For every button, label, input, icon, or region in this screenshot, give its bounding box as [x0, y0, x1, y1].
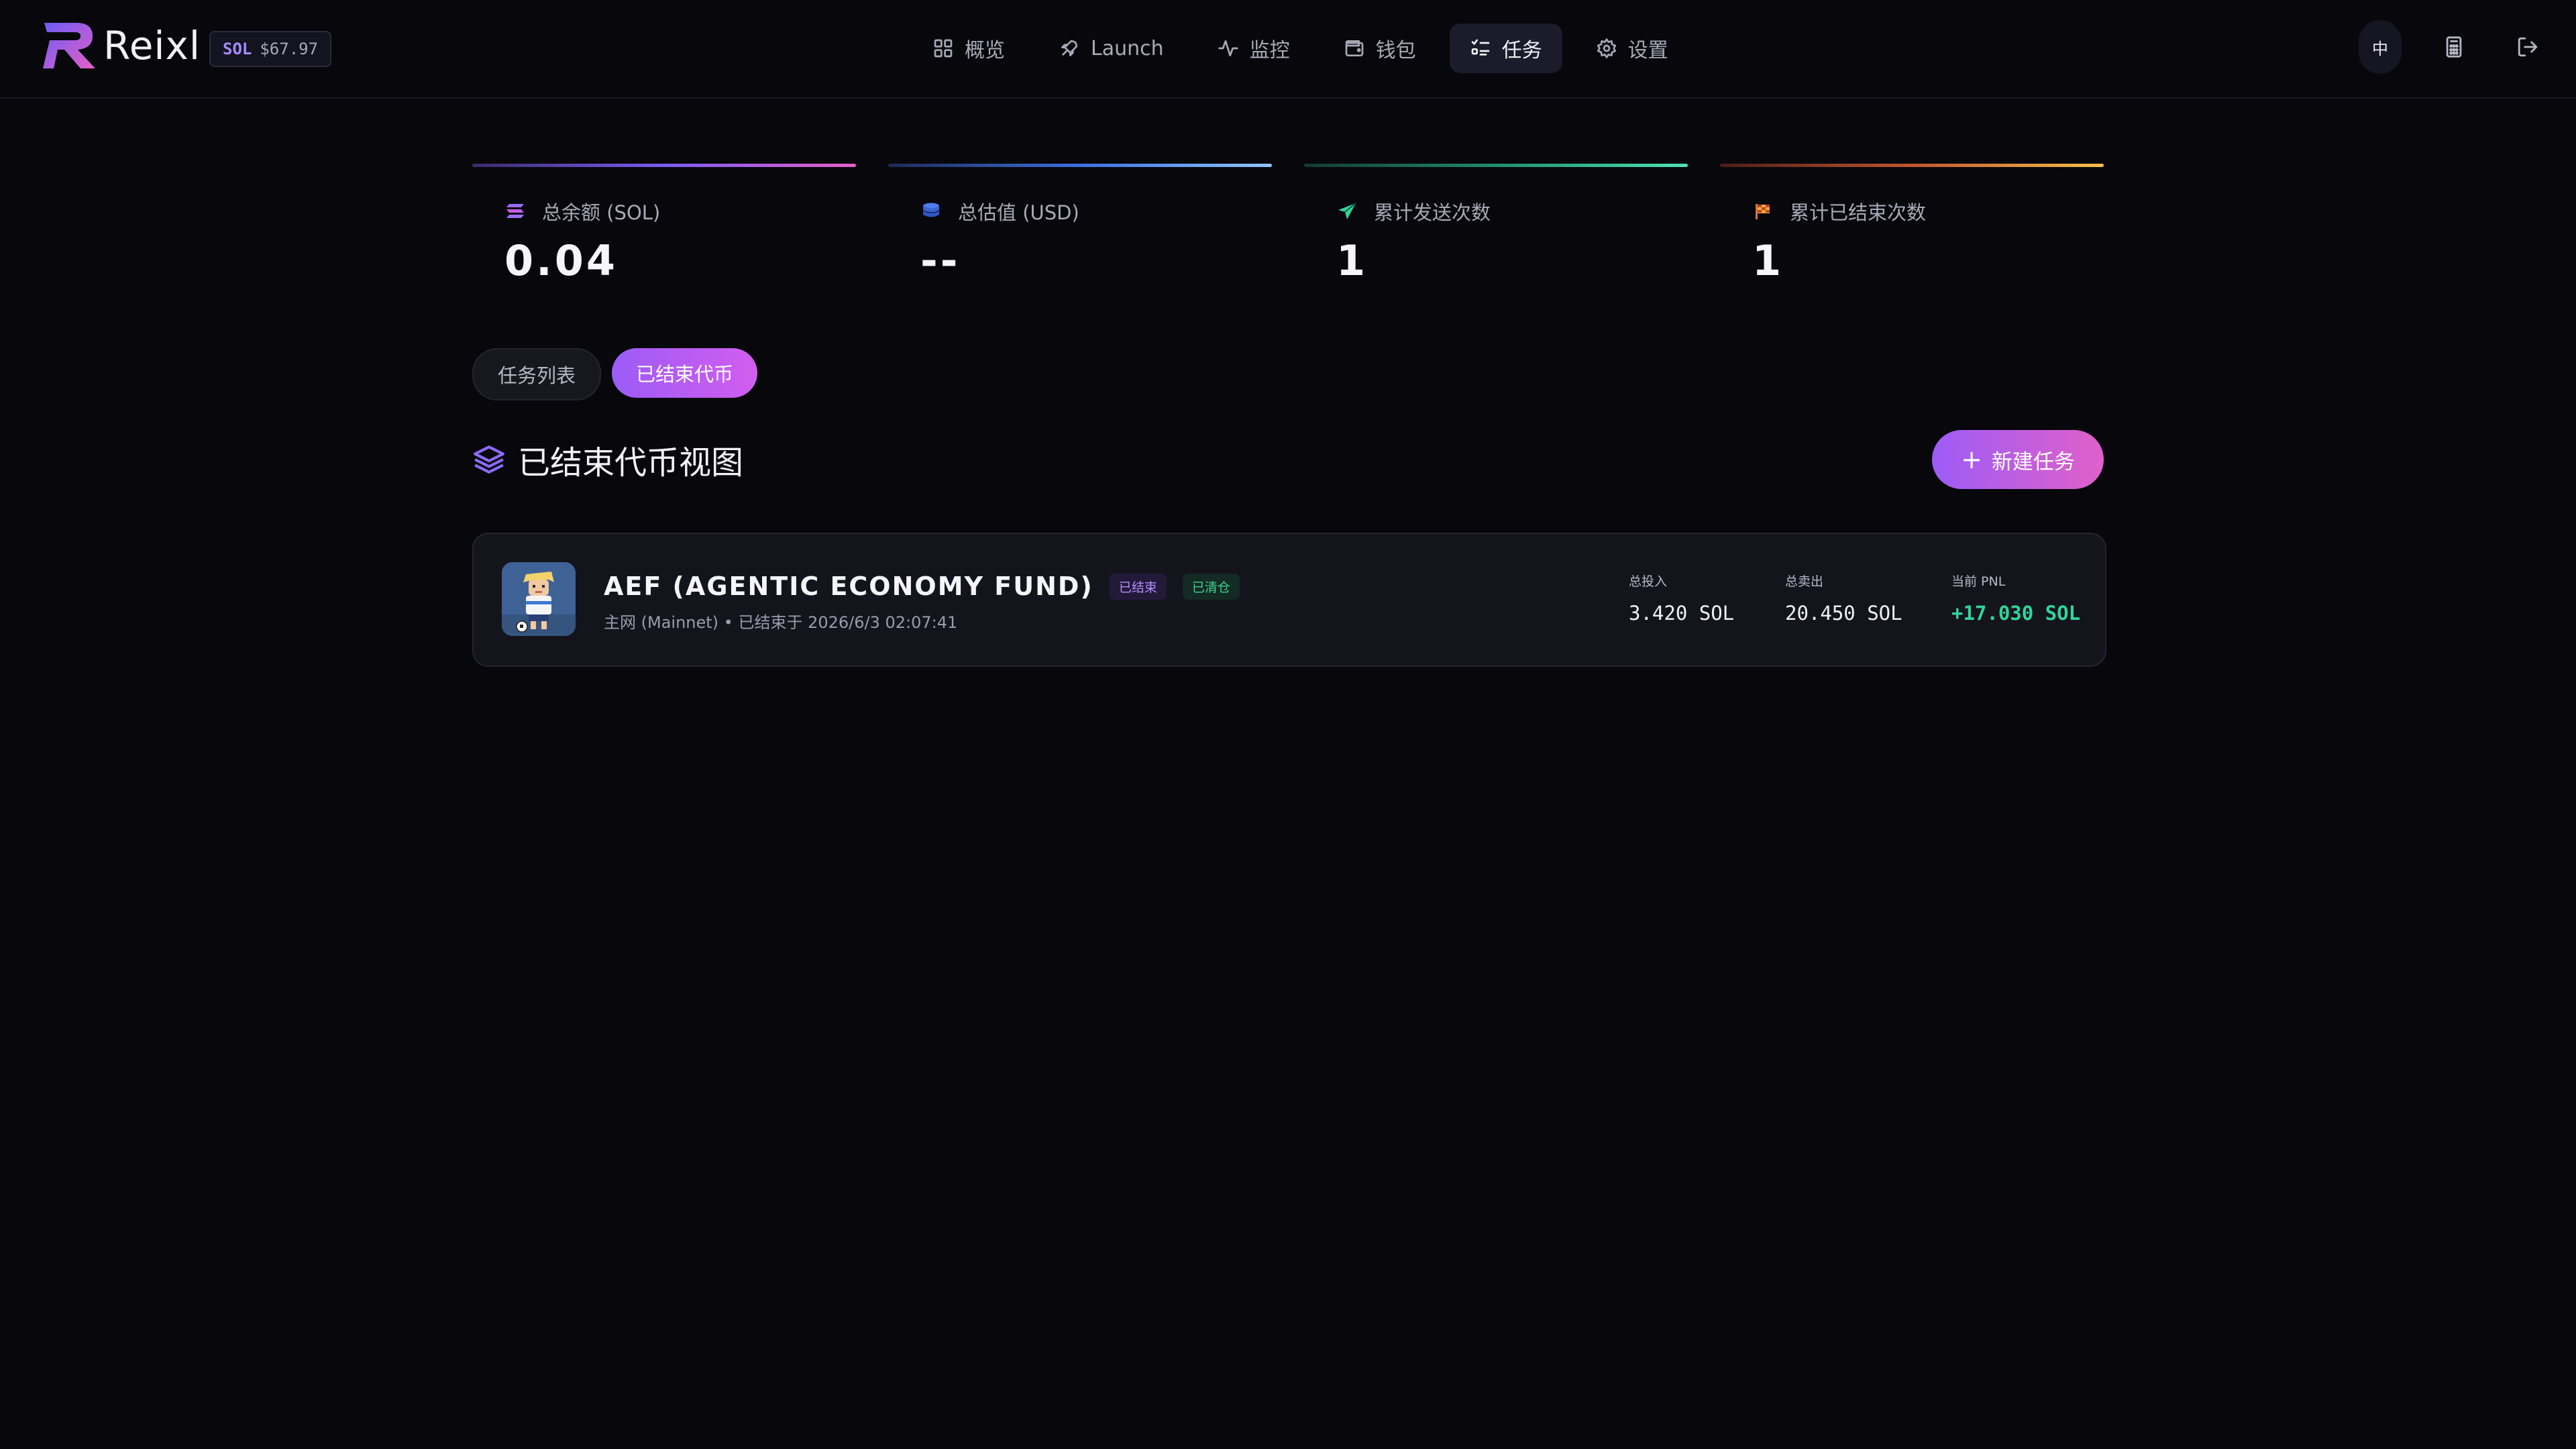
stat-accent-bar	[1304, 164, 1688, 167]
stat-accent-bar	[1720, 164, 2104, 167]
stat-label: 累计发送次数	[1374, 201, 1491, 224]
calculator-icon	[2446, 36, 2462, 58]
token-name: AEF (AGENTIC ECONOMY FUND)	[604, 572, 1093, 601]
nav-monitor[interactable]: 监控	[1197, 23, 1310, 73]
grid-icon	[934, 39, 953, 58]
token-avatar	[502, 562, 576, 636]
new-task-button[interactable]: + 新建任务	[1932, 430, 2104, 489]
nav-settings[interactable]: 设置	[1576, 23, 1688, 73]
layers-icon	[474, 445, 504, 474]
stat-label: 总余额 (SOL)	[542, 201, 661, 224]
stat-label: 总估值 (USD)	[958, 201, 1079, 224]
metric-pnl: 当前 PNL +17.030 SOL	[1951, 572, 2080, 625]
status-badge-ended: 已结束	[1109, 573, 1167, 600]
stat-label-row: 累计发送次数	[1336, 197, 1491, 225]
stat-value: 0.04	[504, 236, 618, 285]
stat-total-balance: 总余额 (SOL) 0.04	[472, 164, 856, 298]
gear-icon	[1597, 38, 1616, 58]
tab-ended-tokens[interactable]: 已结束代币	[612, 348, 758, 398]
nav-wallet[interactable]: 钱包	[1324, 23, 1436, 73]
language-label: 中	[2372, 39, 2388, 58]
plus-icon: +	[1961, 445, 1982, 474]
stat-total-ended: 累计已结束次数 1	[1720, 164, 2104, 298]
coins-icon	[920, 201, 942, 222]
solana-icon	[504, 201, 526, 222]
token-name-row: AEF (AGENTIC ECONOMY FUND) 已结束 已清仓	[604, 572, 1240, 601]
section-header: 已结束代币视图	[472, 436, 743, 483]
nav-launch[interactable]: Launch	[1038, 23, 1184, 73]
nav-overview-label: 概览	[965, 39, 1005, 62]
nav-wallet-label: 钱包	[1375, 39, 1416, 62]
nav-settings-label: 设置	[1627, 39, 1668, 62]
brand-logo[interactable]: Reixl	[42, 20, 201, 71]
activity-icon	[1218, 40, 1238, 56]
nav-launch-label: Launch	[1091, 36, 1164, 60]
brand-name: Reixl	[103, 23, 201, 68]
stat-total-usd: 总估值 (USD) --	[888, 164, 1272, 298]
metric-label: 总卖出	[1785, 574, 1824, 589]
status-badge-cleared: 已清仓	[1182, 573, 1240, 600]
nav-overview[interactable]: 概览	[912, 23, 1025, 73]
metric-value: 3.420 SOL	[1629, 602, 1735, 625]
stat-label-row: 总余额 (SOL)	[504, 197, 660, 225]
rocket-icon	[1061, 40, 1077, 56]
metric-total-sold: 总卖出 20.450 SOL	[1785, 572, 1902, 625]
sol-price-badge: SOL $67.97	[209, 31, 332, 67]
new-task-label: 新建任务	[1991, 449, 2075, 474]
section-title: 已结束代币视图	[518, 444, 744, 482]
stat-value: 1	[1752, 236, 1784, 285]
language-toggle-button[interactable]: 中	[2359, 20, 2402, 74]
calculator-button[interactable]	[2432, 20, 2475, 74]
nav-tasks[interactable]: 任务	[1449, 23, 1562, 73]
stat-label-row: 总估值 (USD)	[920, 197, 1079, 225]
reixl-logo-icon	[43, 23, 95, 68]
logout-button[interactable]	[2506, 20, 2549, 74]
stat-value: 1	[1336, 236, 1368, 285]
tab-task-list[interactable]: 任务列表	[472, 348, 602, 400]
view-tabs: 任务列表 已结束代币	[472, 348, 768, 400]
flag-icon	[1752, 201, 1774, 222]
stat-label: 累计已结束次数	[1790, 201, 1927, 224]
send-icon	[1336, 201, 1358, 222]
top-header: Reixl SOL $67.97 概览 Launch 监控 钱包 任务 设置 中	[0, 0, 2576, 99]
stat-accent-bar	[472, 164, 856, 167]
ended-token-card[interactable]: AEF (AGENTIC ECONOMY FUND) 已结束 已清仓 主网 (M…	[472, 533, 2106, 667]
token-subtitle: 主网 (Mainnet) • 已结束于 2026/6/3 02:07:41	[604, 613, 958, 632]
header-tools: 中	[2328, 20, 2549, 74]
sol-symbol: SOL	[223, 40, 252, 58]
stat-label-row: 累计已结束次数	[1752, 197, 1926, 225]
sol-price: $67.97	[260, 40, 319, 58]
main-nav: 概览 Launch 监控 钱包 任务 设置	[912, 23, 1702, 73]
logout-icon	[2518, 37, 2538, 57]
token-avatar-image	[502, 562, 576, 636]
metric-value: 20.450 SOL	[1785, 602, 1902, 625]
stat-value: --	[920, 236, 961, 285]
list-check-icon	[1471, 39, 1489, 56]
nav-monitor-label: 监控	[1249, 39, 1290, 62]
stat-total-sent: 累计发送次数 1	[1304, 164, 1688, 298]
metric-total-invest: 总投入 3.420 SOL	[1629, 572, 1734, 625]
metric-label: 当前 PNL	[1951, 574, 2006, 589]
metric-label: 总投入	[1629, 574, 1668, 589]
nav-tasks-label: 任务	[1501, 39, 1542, 62]
stats-row: 总余额 (SOL) 0.04 总估值 (USD) -- 累计发送次数 1 累计已…	[472, 164, 2104, 298]
stat-accent-bar	[888, 164, 1272, 167]
metric-value: +17.030 SOL	[1951, 602, 2081, 625]
wallet-icon	[1345, 40, 1363, 56]
